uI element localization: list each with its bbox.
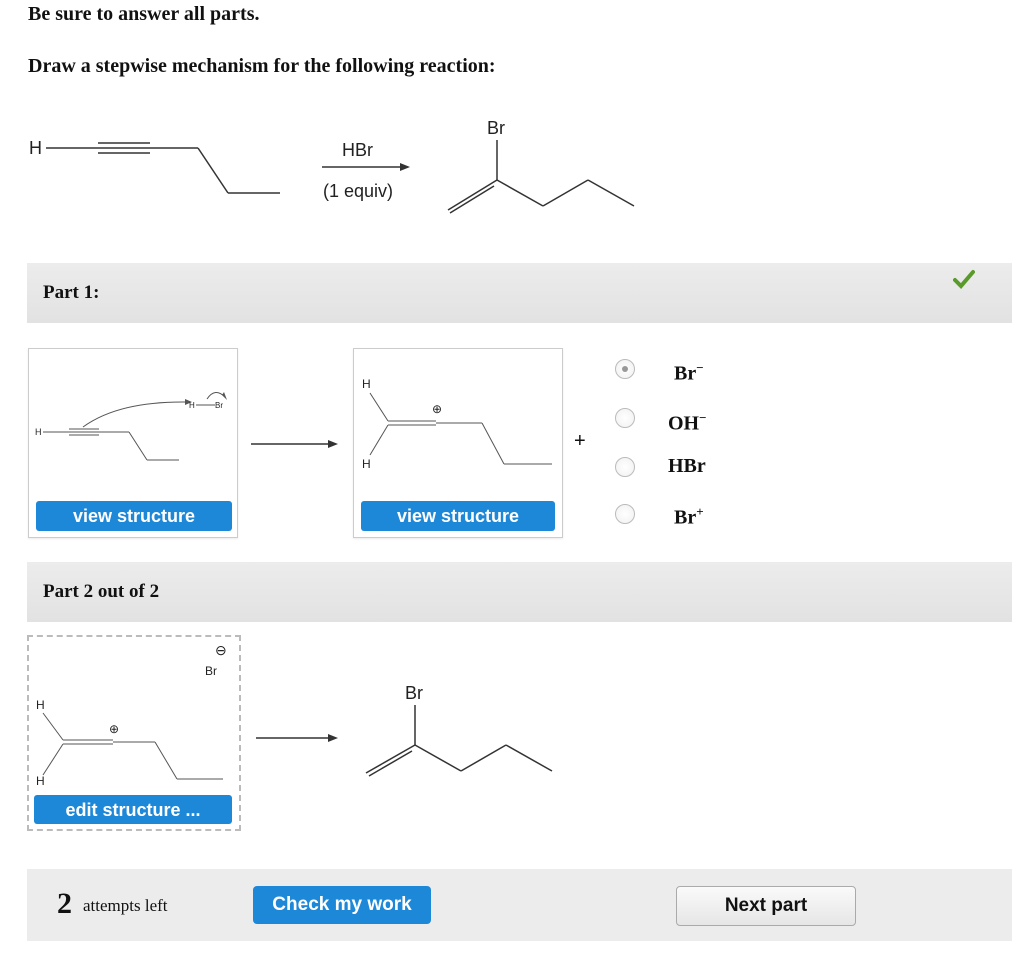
plus-sign: + [574, 430, 586, 452]
option-radio-oh-minus[interactable] [615, 408, 635, 428]
view-structure-button-2[interactable]: view structure [361, 501, 555, 531]
option-label-oh-minus: OH− [668, 410, 707, 435]
reaction-arrow-part1 [251, 440, 338, 448]
part1-structure-box-2[interactable]: H H ⊕ view structure [353, 348, 563, 538]
part2-h-top: H [36, 698, 45, 712]
attempts-count: 2 [57, 887, 72, 920]
footer-bar: 2 attempts left Check my work Next part [27, 869, 1012, 941]
part1-header: Part 1: [27, 263, 1012, 323]
check-my-work-button[interactable]: Check my work [253, 886, 431, 924]
option-label-br-minus: Br− [674, 360, 704, 385]
instruction-answer-all: Be sure to answer all parts. [28, 3, 260, 25]
option-label-br-plus: Br+ [674, 504, 704, 529]
radio-selected-dot [622, 366, 628, 372]
option-radio-br-plus[interactable] [615, 504, 635, 524]
checkmark-icon [953, 270, 975, 289]
box2-h-top: H [362, 377, 371, 391]
reactant-h-label: H [29, 138, 42, 158]
part1-structure-box-1[interactable]: H H Br view structure [28, 348, 238, 538]
box1-hbr-h: H [189, 401, 195, 410]
product-br-label: Br [487, 118, 505, 138]
box2-h-bottom: H [362, 457, 371, 471]
part2-title: Part 2 out of 2 [43, 581, 160, 602]
part2-reaction-product: Br [256, 683, 553, 777]
box1-hbr-br: Br [215, 401, 223, 410]
part1-title: Part 1: [43, 282, 100, 303]
vinyl-cation-structure: H H ⊕ [362, 377, 552, 471]
part2-structure-box[interactable]: ⊖ Br H H ⊕ edit structure ... [27, 635, 241, 831]
edit-structure-button[interactable]: edit structure ... [34, 795, 232, 824]
view-structure-button-1[interactable]: view structure [36, 501, 232, 531]
part2-cation-charge: ⊕ [109, 722, 119, 736]
instruction-mechanism: Draw a stepwise mechanism for the follow… [28, 55, 496, 77]
attempts-text: attempts left [83, 896, 168, 915]
part2-h-bottom: H [36, 774, 45, 788]
option-radio-br-minus[interactable] [615, 359, 635, 379]
reagent-label: HBr [342, 140, 373, 160]
next-part-button[interactable]: Next part [676, 886, 856, 926]
alkyne-hbr-structure: H H Br [35, 392, 227, 461]
box2-charge: ⊕ [432, 402, 442, 416]
bromide-charge: ⊖ [215, 642, 227, 658]
reaction-scheme: H HBr (1 equiv) Br [29, 118, 635, 214]
bromide-label: Br [205, 664, 217, 678]
part2-header: Part 2 out of 2 [27, 562, 1012, 622]
option-radio-hbr[interactable] [615, 457, 635, 477]
conditions-label: (1 equiv) [323, 181, 393, 201]
part2-structure: ⊖ Br H H ⊕ [36, 642, 227, 788]
option-label-hbr: HBr [668, 455, 706, 477]
box1-h-label: H [35, 427, 42, 437]
part2-product-br: Br [405, 683, 423, 703]
